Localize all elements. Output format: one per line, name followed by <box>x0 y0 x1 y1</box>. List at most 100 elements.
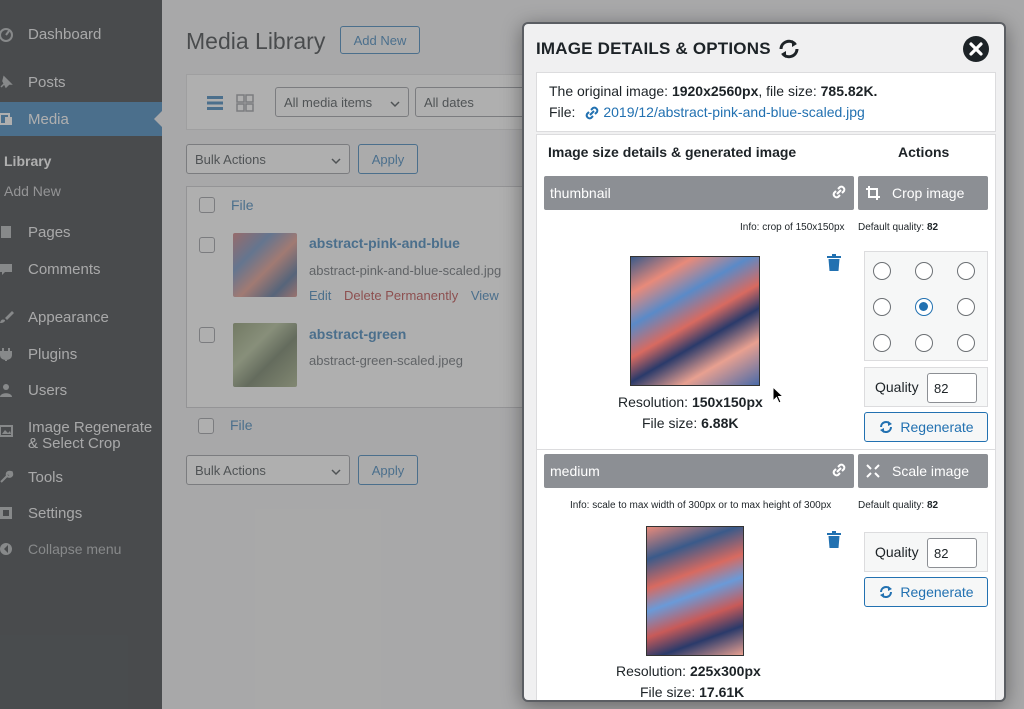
size-bar-thumbnail: thumbnail <box>544 176 854 210</box>
default-quality-value: 82 <box>926 222 939 233</box>
sidebar-item-label: Pages <box>28 223 71 241</box>
regenerate-button-medium[interactable]: Regenerate <box>864 577 988 607</box>
scale-image-button[interactable]: Scale image <box>858 454 988 488</box>
size-bar-medium: medium <box>544 454 854 488</box>
select-all-checkbox[interactable] <box>199 197 215 213</box>
sidebar-item-label: Dashboard <box>28 25 102 43</box>
users-icon <box>0 380 16 400</box>
trash-icon[interactable] <box>826 254 842 272</box>
size-name: medium <box>550 463 600 479</box>
crop-radio-middle-right[interactable] <box>957 298 975 316</box>
sidebar-item-users[interactable]: Users <box>0 373 162 407</box>
sidebar-item-image-regenerate[interactable]: Image Regenerate & Select Crop <box>0 417 162 457</box>
size-name: thumbnail <box>550 185 611 201</box>
size-divider <box>536 449 996 450</box>
sidebar-item-label: Plugins <box>28 345 78 363</box>
crop-radio-bottom-right[interactable] <box>957 334 975 352</box>
trash-icon[interactable] <box>826 531 842 549</box>
sidebar-item-label: Media <box>28 110 69 128</box>
filesize-label: File size: <box>642 415 702 431</box>
chevron-down-icon <box>331 465 341 480</box>
page-title: Media Library <box>186 28 326 54</box>
sidebar-item-posts[interactable]: Posts <box>0 65 162 99</box>
sidebar-item-label: Collapse menu <box>28 541 122 557</box>
comments-icon <box>0 259 16 279</box>
grid-view-icon[interactable] <box>235 93 255 113</box>
original-image-dimensions: 1920x2560px <box>671 83 759 99</box>
sidebar-item-label-line1: Image Regenerate <box>28 419 153 436</box>
default-quality: Default quality: 82 <box>858 500 938 511</box>
sidebar-item-pages[interactable]: Pages <box>0 215 162 249</box>
sidebar-subitem-library[interactable]: Library <box>4 153 51 169</box>
media-type-filter[interactable]: All media items <box>275 87 409 117</box>
image-icon <box>0 421 16 441</box>
select-all-checkbox-footer[interactable] <box>198 418 214 434</box>
sidebar-item-label: Settings <box>28 504 83 522</box>
sidebar-item-tools[interactable]: Tools <box>0 460 162 494</box>
size-info-prefix: Info: <box>740 222 763 233</box>
add-new-button[interactable]: Add New <box>340 26 420 54</box>
filesize-value: 17.61K <box>699 684 745 700</box>
crop-radio-bottom-left[interactable] <box>873 334 891 352</box>
column-header-file[interactable]: File <box>231 197 254 213</box>
sidebar-item-appearance[interactable]: Appearance <box>0 300 162 334</box>
modal-title: IMAGE DETAILS & OPTIONS <box>536 39 771 58</box>
pages-icon <box>0 222 16 242</box>
quality-label: Quality <box>875 379 919 395</box>
view-link[interactable]: View <box>471 288 499 303</box>
delete-permanently-link[interactable]: Delete Permanently <box>344 288 458 303</box>
size-info-text: scale to max width of 300px or to max he… <box>592 500 832 511</box>
pin-icon <box>0 72 16 92</box>
media-title-link[interactable]: abstract-green <box>309 326 406 342</box>
chevron-down-icon <box>331 154 341 169</box>
link-icon[interactable] <box>830 183 848 201</box>
row-checkbox[interactable] <box>199 237 215 253</box>
default-quality-label: Default quality: <box>858 500 927 511</box>
file-path-link[interactable]: 2019/12/abstract-pink-and-blue-scaled.jp… <box>603 104 865 120</box>
apply-button-bottom[interactable]: Apply <box>358 455 418 485</box>
quality-input[interactable]: 82 <box>927 373 977 403</box>
media-thumbnail[interactable] <box>233 233 297 297</box>
original-image-line: The original image: 1920x2560px, file si… <box>549 83 877 99</box>
resolution-value: 150x150px <box>691 394 763 410</box>
plugin-icon <box>0 344 16 364</box>
apply-button-top[interactable]: Apply <box>358 144 418 174</box>
refresh-icon[interactable] <box>776 36 802 62</box>
crop-radio-middle-left[interactable] <box>873 298 891 316</box>
sidebar-item-label-line2: & Select Crop <box>28 435 121 452</box>
regenerate-button-thumbnail[interactable]: Regenerate <box>864 412 988 442</box>
default-quality: Default quality: 82 <box>858 222 938 233</box>
media-thumbnail[interactable] <box>233 323 297 387</box>
sidebar-item-comments[interactable]: Comments <box>0 252 162 286</box>
sidebar-item-settings[interactable]: Settings <box>0 496 162 530</box>
crop-icon <box>866 186 880 200</box>
crop-radio-top-center[interactable] <box>915 262 933 280</box>
settings-icon <box>0 503 16 523</box>
media-title-link[interactable]: abstract-pink-and-blue <box>309 235 460 251</box>
size-info: Info: scale to max width of 300px or to … <box>570 500 831 511</box>
filesize-line: File size: 17.61K <box>640 684 744 700</box>
bulk-actions-select-top[interactable]: Bulk Actions <box>186 144 350 174</box>
sidebar-item-plugins[interactable]: Plugins <box>0 337 162 371</box>
quality-label: Quality <box>875 544 919 560</box>
sidebar-item-media[interactable]: Media <box>0 102 162 136</box>
sidebar-collapse-menu[interactable]: Collapse menu <box>0 532 162 566</box>
edit-link[interactable]: Edit <box>309 288 331 303</box>
sidebar-item-dashboard[interactable]: Dashboard <box>0 17 162 51</box>
date-filter-value: All dates <box>424 94 474 110</box>
bulk-actions-select-bottom[interactable]: Bulk Actions <box>186 455 350 485</box>
quality-input[interactable]: 82 <box>927 538 977 568</box>
column-footer-file[interactable]: File <box>230 417 253 433</box>
sidebar-subitem-add-new[interactable]: Add New <box>4 183 61 199</box>
crop-radio-center[interactable] <box>915 298 933 316</box>
crop-radio-bottom-center[interactable] <box>915 334 933 352</box>
refresh-icon <box>880 586 893 598</box>
close-icon[interactable] <box>962 35 990 63</box>
resolution-line: Resolution: 225x300px <box>616 663 761 679</box>
row-checkbox[interactable] <box>199 327 215 343</box>
crop-image-button[interactable]: Crop image <box>858 176 988 210</box>
link-icon[interactable] <box>830 461 848 479</box>
crop-radio-top-left[interactable] <box>873 262 891 280</box>
list-view-icon[interactable] <box>205 93 225 113</box>
crop-radio-top-right[interactable] <box>957 262 975 280</box>
